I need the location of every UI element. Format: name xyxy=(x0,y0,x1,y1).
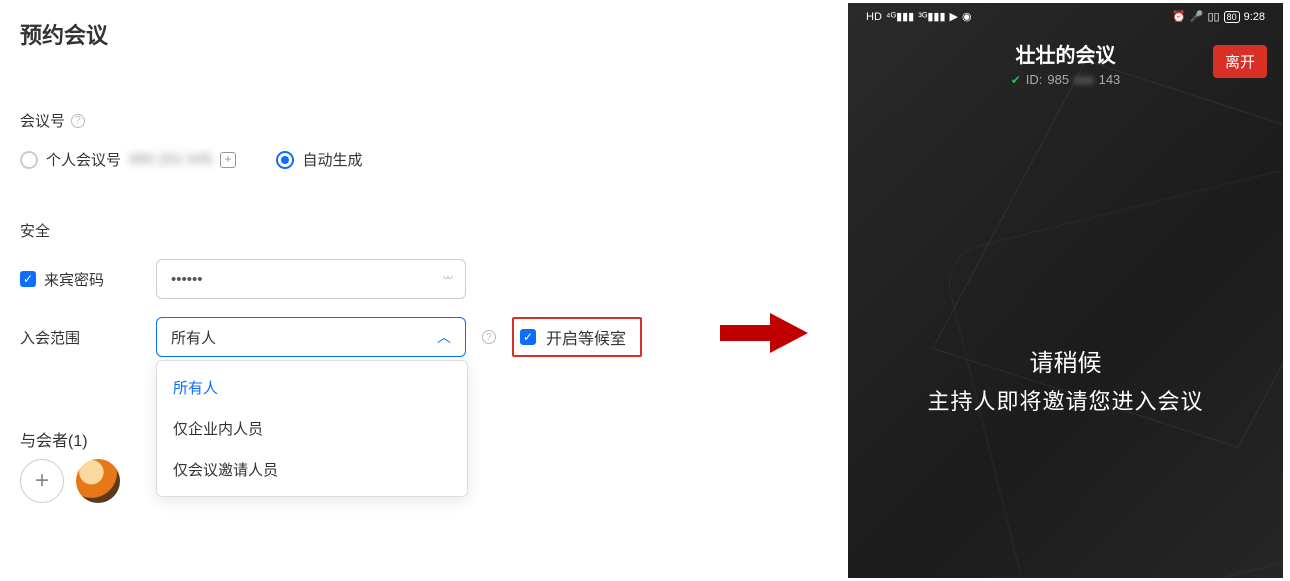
dropdown-item-invited[interactable]: 仅会议邀请人员 xyxy=(157,449,467,490)
signal-3g-icon: ³ᴳ▮▮▮ xyxy=(918,10,945,23)
mobile-waiting-room-preview: HD ⁴ᴳ▮▮▮ ³ᴳ▮▮▮ ▶ ◉ ⏰ 🎤 ▯▯ 80 9:28 壮壮的会议 … xyxy=(848,3,1283,578)
id-prefix: ID: xyxy=(1026,72,1043,87)
phone-header: 壮壮的会议 ✔ ID: 985 xxx 143 离开 xyxy=(848,27,1283,93)
copy-icon[interactable] xyxy=(220,152,236,168)
guest-password-input[interactable]: •••••• ᵕᵕ xyxy=(156,259,466,299)
waiting-line2: 主持人即将邀请您进入会议 xyxy=(848,384,1283,416)
waiting-line1: 请稍候 xyxy=(848,343,1283,378)
meeting-id-section-label: 会议号 ? xyxy=(20,110,720,131)
auto-generate-label: 自动生成 xyxy=(302,149,362,170)
hd-icon: HD xyxy=(866,11,882,23)
waiting-room-highlight: ✓ 开启等候室 xyxy=(512,317,642,357)
waiting-room-label: 开启等候室 xyxy=(546,325,626,349)
auto-generate-radio[interactable]: 自动生成 xyxy=(276,149,362,170)
security-section-label: 安全 xyxy=(20,220,720,241)
join-scope-select[interactable]: 所有人 ︿ 所有人 仅企业内人员 仅会议邀请人员 xyxy=(156,317,466,357)
join-scope-row: 入会范围 所有人 ︿ 所有人 仅企业内人员 仅会议邀请人员 ? ✓ 开启等候室 xyxy=(20,317,720,357)
guest-password-value: •••••• xyxy=(171,271,203,288)
status-right-icons: ⏰ 🎤 ▯▯ 80 9:28 xyxy=(1172,10,1265,23)
dropdown-item-enterprise[interactable]: 仅企业内人员 xyxy=(157,408,467,449)
waiting-room-checkbox[interactable]: ✓ xyxy=(520,329,536,345)
id-part1: 985 xyxy=(1047,72,1069,87)
guest-password-row: ✓ 来宾密码 •••••• ᵕᵕ xyxy=(20,259,720,299)
join-scope-label: 入会范围 xyxy=(20,327,140,348)
id-part3: 143 xyxy=(1099,72,1121,87)
video-icon: ▶ xyxy=(950,10,958,23)
alarm-icon: ⏰ xyxy=(1172,10,1186,23)
chevron-up-icon: ︿ xyxy=(437,327,451,347)
status-time: 9:28 xyxy=(1244,11,1265,23)
schedule-meeting-panel: 预约会议 会议号 ? 个人会议号 990 251 045 自动生成 安全 ✓ 来… xyxy=(20,18,720,503)
phone-status-bar: HD ⁴ᴳ▮▮▮ ³ᴳ▮▮▮ ▶ ◉ ⏰ 🎤 ▯▯ 80 9:28 xyxy=(848,3,1283,27)
personal-id-number-blurred: 990 251 045 xyxy=(129,151,212,168)
personal-id-label: 个人会议号 xyxy=(46,149,121,170)
arrow-icon xyxy=(720,308,810,358)
vibrate-icon: ▯▯ xyxy=(1207,10,1219,23)
join-scope-dropdown: 所有人 仅企业内人员 仅会议邀请人员 xyxy=(156,360,468,497)
battery-icon: 80 xyxy=(1224,11,1240,23)
help-icon[interactable]: ? xyxy=(482,330,496,344)
guest-password-label: 来宾密码 xyxy=(44,269,104,290)
avatar[interactable] xyxy=(76,459,120,503)
id-blurred: xxx xyxy=(1074,72,1094,87)
participants-label: 与会者(1) xyxy=(20,427,88,451)
meeting-id-label: 会议号 xyxy=(20,110,65,131)
meeting-id-radio-group: 个人会议号 990 251 045 自动生成 xyxy=(20,149,720,170)
eye-closed-icon[interactable]: ᵕᵕ xyxy=(443,270,451,288)
signal-4g-icon: ⁴ᴳ▮▮▮ xyxy=(886,10,914,23)
join-scope-selected: 所有人 xyxy=(171,327,216,348)
status-left-icons: HD ⁴ᴳ▮▮▮ ³ᴳ▮▮▮ ▶ ◉ xyxy=(866,10,972,23)
guest-password-label-wrap[interactable]: ✓ 来宾密码 xyxy=(20,269,140,290)
guest-password-checkbox[interactable]: ✓ xyxy=(20,271,36,287)
radio-unchecked-icon xyxy=(20,151,38,169)
mic-icon: 🎤 xyxy=(1190,10,1204,23)
shield-icon: ✔ xyxy=(1011,73,1021,87)
page-title: 预约会议 xyxy=(20,18,720,50)
waiting-message: 请稍候 主持人即将邀请您进入会议 xyxy=(848,343,1283,416)
dropdown-item-everyone[interactable]: 所有人 xyxy=(157,367,467,408)
help-icon[interactable]: ? xyxy=(71,114,85,128)
radio-checked-icon xyxy=(276,151,294,169)
leave-button[interactable]: 离开 xyxy=(1213,45,1267,78)
add-participant-button[interactable]: + xyxy=(20,459,64,503)
personal-id-radio[interactable]: 个人会议号 990 251 045 xyxy=(20,149,236,170)
person-icon: ◉ xyxy=(962,10,972,23)
